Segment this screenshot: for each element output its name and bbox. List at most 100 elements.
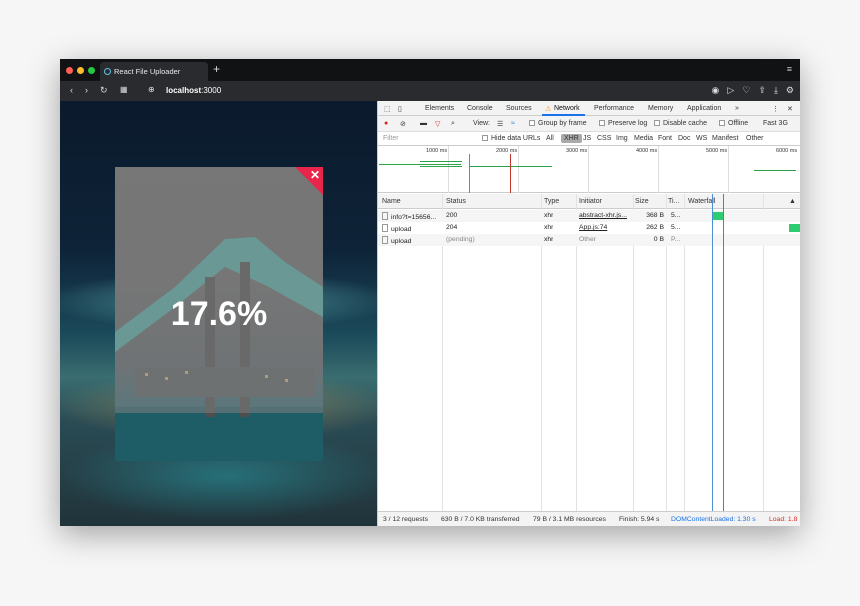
- filter-ws[interactable]: WS: [696, 135, 707, 142]
- tab-application[interactable]: Application: [687, 105, 721, 112]
- tab-performance[interactable]: Performance: [594, 105, 634, 112]
- row-type: xhr: [544, 212, 554, 219]
- disable-cache-checkbox[interactable]: Disable cache: [654, 120, 707, 127]
- row-initiator: Other: [579, 236, 596, 243]
- screenshot-icon[interactable]: ▬: [420, 120, 427, 127]
- grid-icon[interactable]: ▦: [120, 85, 128, 94]
- row-status: (pending): [446, 236, 475, 243]
- forward-icon[interactable]: ›: [85, 85, 88, 95]
- filter-img[interactable]: Img: [616, 135, 628, 142]
- menu-icon[interactable]: ≡: [787, 64, 792, 74]
- tab-console[interactable]: Console: [467, 105, 493, 112]
- tab-title: React File Uploader: [114, 67, 181, 76]
- share-icon[interactable]: ⇪: [758, 85, 766, 96]
- tab-elements[interactable]: Elements: [425, 105, 454, 112]
- filter-icon[interactable]: ▽: [435, 120, 440, 128]
- tab-sources[interactable]: Sources: [506, 105, 532, 112]
- timeline-tick: 2000 ms: [496, 148, 518, 154]
- col-size[interactable]: Size: [635, 198, 649, 205]
- device-toggle-icon[interactable]: ▯: [398, 105, 402, 113]
- resources-size: 79 B / 3.1 MB resources: [533, 516, 606, 523]
- address-bar[interactable]: localhost:3000: [166, 86, 221, 95]
- tab-network[interactable]: Network: [554, 105, 580, 112]
- dom-content-loaded-time: DOMContentLoaded: 1.30 s: [671, 516, 756, 523]
- inspect-icon[interactable]: ⬚: [384, 105, 391, 113]
- large-rows-icon[interactable]: ☰: [497, 120, 503, 128]
- window-controls: [66, 67, 95, 74]
- close-icon[interactable]: ✕: [310, 168, 320, 182]
- row-initiator[interactable]: abstract-xhr.js...: [579, 212, 632, 219]
- download-icon[interactable]: ⤓: [774, 85, 778, 96]
- filter-doc[interactable]: Doc: [678, 135, 690, 142]
- settings-icon[interactable]: ⚙: [786, 85, 794, 96]
- upload-progress-text: 17.6%: [170, 295, 268, 333]
- timeline-bar: [470, 166, 552, 167]
- table-row[interactable]: upload (pending) xhr Other 0 B P...: [378, 234, 800, 246]
- maximize-window-button[interactable]: [88, 67, 95, 74]
- file-icon: [382, 212, 388, 220]
- tab-memory[interactable]: Memory: [648, 105, 673, 112]
- hide-data-urls-checkbox[interactable]: Hide data URLs: [482, 135, 540, 142]
- heart-icon[interactable]: ♡: [742, 85, 750, 96]
- page-content: 17.6% ✕: [60, 101, 377, 526]
- timeline-gridline: [588, 146, 589, 193]
- filter-manifest[interactable]: Manifest: [712, 135, 738, 142]
- filter-other[interactable]: Other: [746, 135, 764, 142]
- minimize-window-button[interactable]: [77, 67, 84, 74]
- throttle-select[interactable]: Fast 3G: [763, 120, 788, 127]
- group-by-frame-checkbox[interactable]: Group by frame: [529, 120, 587, 127]
- timeline-overview[interactable]: 1000 ms 2000 ms 3000 ms 4000 ms 5000 ms …: [378, 146, 800, 193]
- row-time: 5...: [671, 224, 681, 231]
- col-time[interactable]: Ti...: [668, 198, 679, 205]
- filter-input[interactable]: Filter: [383, 135, 399, 142]
- timeline-bar: [754, 170, 796, 171]
- send-icon[interactable]: ▷: [727, 85, 734, 96]
- filter-css[interactable]: CSS: [597, 135, 611, 142]
- timeline-gridline: [728, 146, 729, 193]
- filter-font[interactable]: Font: [658, 135, 672, 142]
- timeline-tick: 3000 ms: [566, 148, 588, 154]
- overview-icon[interactable]: ≈: [511, 120, 515, 127]
- close-window-button[interactable]: [66, 67, 73, 74]
- camera-icon[interactable]: ◉: [712, 85, 720, 96]
- back-icon[interactable]: ‹: [70, 85, 73, 95]
- filter-media[interactable]: Media: [634, 135, 653, 142]
- kebab-menu-icon[interactable]: ⋮: [772, 105, 779, 113]
- progress-overlay: [115, 167, 323, 413]
- col-name[interactable]: Name: [382, 198, 401, 205]
- more-tabs-button[interactable]: »: [735, 105, 739, 112]
- col-initiator[interactable]: Initiator: [579, 198, 602, 205]
- filter-bar: Filter Hide data URLs All XHR JS CSS Img…: [378, 132, 800, 146]
- close-devtools-icon[interactable]: ✕: [787, 105, 793, 113]
- preserve-log-checkbox[interactable]: Preserve log: [599, 120, 647, 127]
- file-icon: [382, 236, 388, 244]
- request-count: 3 / 12 requests: [383, 516, 428, 523]
- reload-icon[interactable]: ↻: [100, 85, 108, 96]
- table-row[interactable]: info?t=15656... 200 xhr abstract-xhr.js.…: [378, 210, 800, 222]
- filter-all[interactable]: All: [546, 135, 554, 142]
- row-type: xhr: [544, 236, 554, 243]
- network-toolbar: ● ⊘ ▬ ▽ ⌕ View: ☰ ≈ Group by frame Prese…: [378, 116, 800, 132]
- row-size: 0 B: [653, 236, 664, 243]
- record-icon[interactable]: ●: [384, 120, 388, 127]
- filter-js[interactable]: JS: [583, 135, 591, 142]
- search-icon[interactable]: ⌕: [451, 120, 455, 128]
- devtools-tab-bar: ⬚ ▯ Elements Console Sources ⚠ Network P…: [378, 101, 800, 116]
- row-initiator[interactable]: App.js:74: [579, 224, 632, 231]
- browser-tab[interactable]: React File Uploader: [100, 62, 208, 81]
- clear-icon[interactable]: ⊘: [400, 120, 406, 128]
- new-tab-button[interactable]: +: [213, 62, 220, 76]
- col-type[interactable]: Type: [544, 198, 559, 205]
- col-status[interactable]: Status: [446, 198, 466, 205]
- table-row[interactable]: upload 204 xhr App.js:74 262 B 5...: [378, 222, 800, 234]
- offline-checkbox[interactable]: Offline: [719, 120, 748, 127]
- timeline-gridline: [448, 146, 449, 193]
- sort-arrow-icon[interactable]: ▲: [789, 198, 796, 205]
- filter-xhr[interactable]: XHR: [561, 134, 582, 143]
- devtools-panel: ⬚ ▯ Elements Console Sources ⚠ Network P…: [377, 101, 800, 526]
- file-icon: [382, 224, 388, 232]
- network-status-bar: 3 / 12 requests 630 B / 7.0 KB transferr…: [378, 511, 800, 526]
- row-size: 368 B: [646, 212, 664, 219]
- row-type: xhr: [544, 224, 554, 231]
- row-status: 204: [446, 224, 458, 231]
